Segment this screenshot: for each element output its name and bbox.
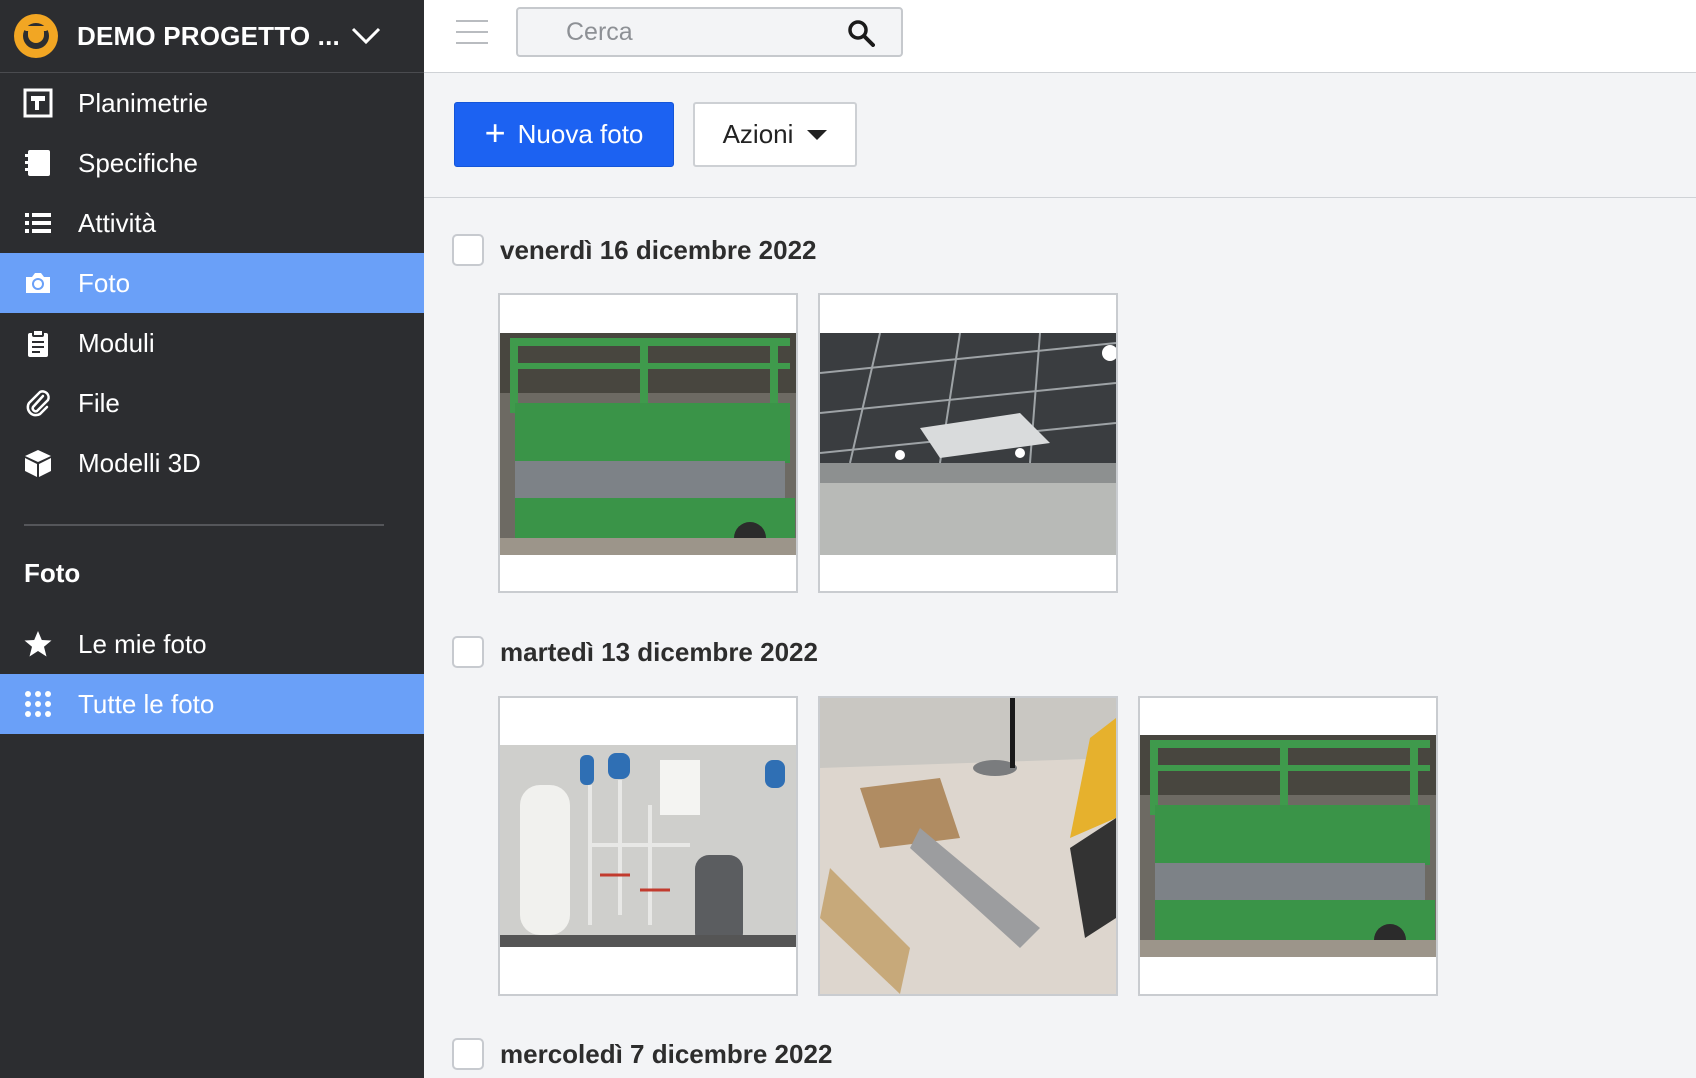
photo-subnav: Le mie foto Tutte le foto (0, 614, 424, 734)
nav-item-file[interactable]: File (0, 373, 424, 433)
nav-item-foto[interactable]: Foto (0, 253, 424, 313)
sidebar: DEMO PROGETTO ... Planimetrie Specifiche… (0, 0, 424, 1078)
hardhat-logo-icon (14, 14, 58, 58)
project-selector[interactable]: DEMO PROGETTO ... (0, 0, 424, 73)
caret-down-icon (807, 129, 828, 140)
book-icon (22, 147, 54, 179)
photo-thumbnail[interactable] (818, 696, 1118, 996)
search-input[interactable] (518, 9, 848, 55)
group-checkbox[interactable] (452, 636, 484, 668)
subnav-label: Le mie foto (78, 628, 207, 659)
actions-label: Azioni (722, 119, 794, 149)
group-date: venerdì 16 dicembre 2022 (500, 234, 817, 265)
nav-item-modelli-3d[interactable]: Modelli 3D (0, 433, 424, 493)
actions-dropdown[interactable]: Azioni (693, 102, 857, 167)
clipboard-icon (22, 327, 54, 359)
photo-group-header: mercoledì 7 dicembre 2022 (452, 1038, 832, 1070)
photo-scissor-lift (500, 333, 796, 555)
photo-thumbnail[interactable] (818, 293, 1118, 593)
photo-group-header: venerdì 16 dicembre 2022 (452, 234, 817, 266)
nav-item-attivita[interactable]: Attività (0, 193, 424, 253)
nav-label: Foto (78, 267, 131, 298)
subnav-item-tutte-le-foto[interactable]: Tutte le foto (0, 674, 424, 734)
photo-group-header: martedì 13 dicembre 2022 (452, 636, 818, 668)
group-date: mercoledì 7 dicembre 2022 (500, 1038, 833, 1069)
photo-scissor-lift (1140, 735, 1436, 957)
cube-icon (22, 447, 54, 479)
new-photo-label: Nuova foto (517, 119, 644, 149)
camera-icon (22, 267, 54, 299)
photo-ceiling (820, 333, 1116, 555)
plus-icon: + (484, 111, 506, 153)
group-date: martedì 13 dicembre 2022 (500, 636, 818, 667)
section-title: Foto (24, 558, 81, 588)
photo-thumbnail[interactable] (498, 293, 798, 593)
hamburger-menu-icon[interactable] (456, 20, 488, 46)
new-photo-button[interactable]: + Nuova foto (454, 102, 674, 167)
photo-construction-floor (820, 698, 1116, 994)
nav-label: Specifiche (78, 147, 198, 178)
main-nav: Planimetrie Specifiche Attività Foto Mod… (0, 73, 424, 493)
group-checkbox[interactable] (452, 234, 484, 266)
toolbar: + Nuova foto Azioni (424, 73, 1696, 198)
paperclip-icon (22, 387, 54, 419)
subnav-label: Tutte le foto (78, 688, 215, 719)
project-name: DEMO PROGETTO ... (77, 20, 340, 51)
search-box (516, 7, 903, 57)
floorplan-icon (22, 87, 54, 119)
chevron-down-icon[interactable] (350, 24, 382, 46)
nav-item-specifiche[interactable]: Specifiche (0, 133, 424, 193)
nav-item-moduli[interactable]: Moduli (0, 313, 424, 373)
nav-label: Attività (78, 207, 157, 238)
nav-label: Moduli (78, 327, 155, 358)
star-icon (22, 628, 54, 660)
nav-item-planimetrie[interactable]: Planimetrie (0, 73, 424, 133)
nav-label: Planimetrie (78, 87, 209, 118)
photo-thumbnail[interactable] (498, 696, 798, 996)
grid-dots-icon (22, 688, 54, 720)
top-bar (424, 0, 1696, 73)
search-icon[interactable] (847, 19, 875, 47)
subnav-item-le-mie-foto[interactable]: Le mie foto (0, 614, 424, 674)
list-icon (22, 207, 54, 239)
group-checkbox[interactable] (452, 1038, 484, 1070)
sidebar-divider (24, 524, 384, 526)
photo-thumbnail[interactable] (1138, 696, 1438, 996)
nav-label: Modelli 3D (78, 447, 201, 478)
photo-boiler-room (500, 745, 796, 947)
nav-label: File (78, 387, 120, 418)
